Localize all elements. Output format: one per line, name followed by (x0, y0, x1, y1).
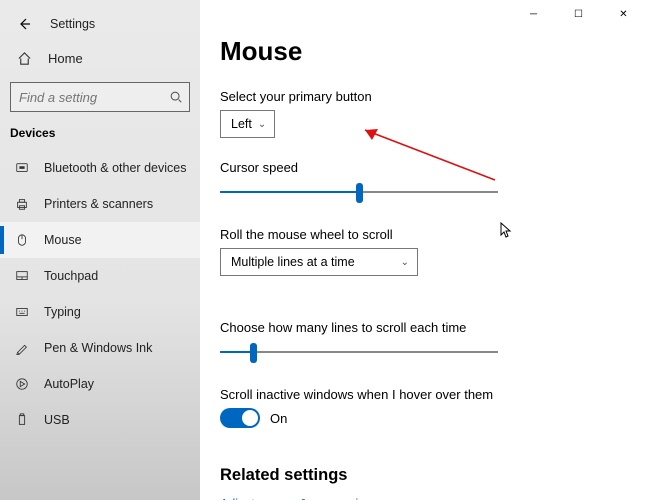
cursor-icon (500, 222, 512, 241)
cursor-speed-label: Cursor speed (220, 160, 620, 175)
mouse-icon (14, 232, 30, 248)
pen-icon (14, 340, 30, 356)
wheel-label: Roll the mouse wheel to scroll (220, 227, 620, 242)
related-heading: Related settings (220, 466, 620, 485)
primary-button-label: Select your primary button (220, 89, 620, 104)
sidebar-item-usb[interactable]: USB (0, 402, 200, 438)
sidebar-item-pen[interactable]: Pen & Windows Ink (0, 330, 200, 366)
page-title: Mouse (220, 36, 620, 67)
bluetooth-icon (14, 160, 30, 176)
search-input[interactable] (10, 82, 190, 112)
scroll-inactive-toggle[interactable] (220, 408, 260, 428)
touchpad-icon (14, 268, 30, 284)
chevron-down-icon: ⌄ (258, 119, 266, 130)
usb-icon (14, 412, 30, 428)
sidebar-item-mouse[interactable]: Mouse (0, 222, 200, 258)
app-title: Settings (50, 17, 95, 31)
sidebar-item-typing[interactable]: Typing (0, 294, 200, 330)
primary-button-select[interactable]: Left ⌄ (220, 110, 275, 138)
lines-label: Choose how many lines to scroll each tim… (220, 320, 620, 335)
wheel-select[interactable]: Multiple lines at a time ⌄ (220, 248, 418, 276)
cursor-speed-slider[interactable] (220, 181, 498, 203)
lines-slider[interactable] (220, 341, 498, 363)
autoplay-icon (14, 376, 30, 392)
back-icon[interactable] (16, 16, 32, 32)
sidebar: Settings Home Devices Bluetooth & other … (0, 0, 200, 500)
home-label: Home (48, 51, 83, 66)
content-pane: Mouse Select your primary button Left ⌄ … (200, 0, 646, 500)
sidebar-item-touchpad[interactable]: Touchpad (0, 258, 200, 294)
sidebar-item-home[interactable]: Home (0, 40, 200, 76)
section-heading: Devices (0, 122, 200, 150)
sidebar-item-autoplay[interactable]: AutoPlay (0, 366, 200, 402)
slider-thumb[interactable] (356, 183, 363, 203)
keyboard-icon (14, 304, 30, 320)
toggle-state: On (270, 411, 287, 426)
search-icon (169, 89, 183, 105)
home-icon (16, 50, 32, 66)
scroll-inactive-label: Scroll inactive windows when I hover ove… (220, 387, 620, 402)
chevron-down-icon: ⌄ (401, 257, 409, 268)
printer-icon (14, 196, 30, 212)
sidebar-item-printers[interactable]: Printers & scanners (0, 186, 200, 222)
slider-thumb[interactable] (250, 343, 257, 363)
sidebar-item-bluetooth[interactable]: Bluetooth & other devices (0, 150, 200, 186)
